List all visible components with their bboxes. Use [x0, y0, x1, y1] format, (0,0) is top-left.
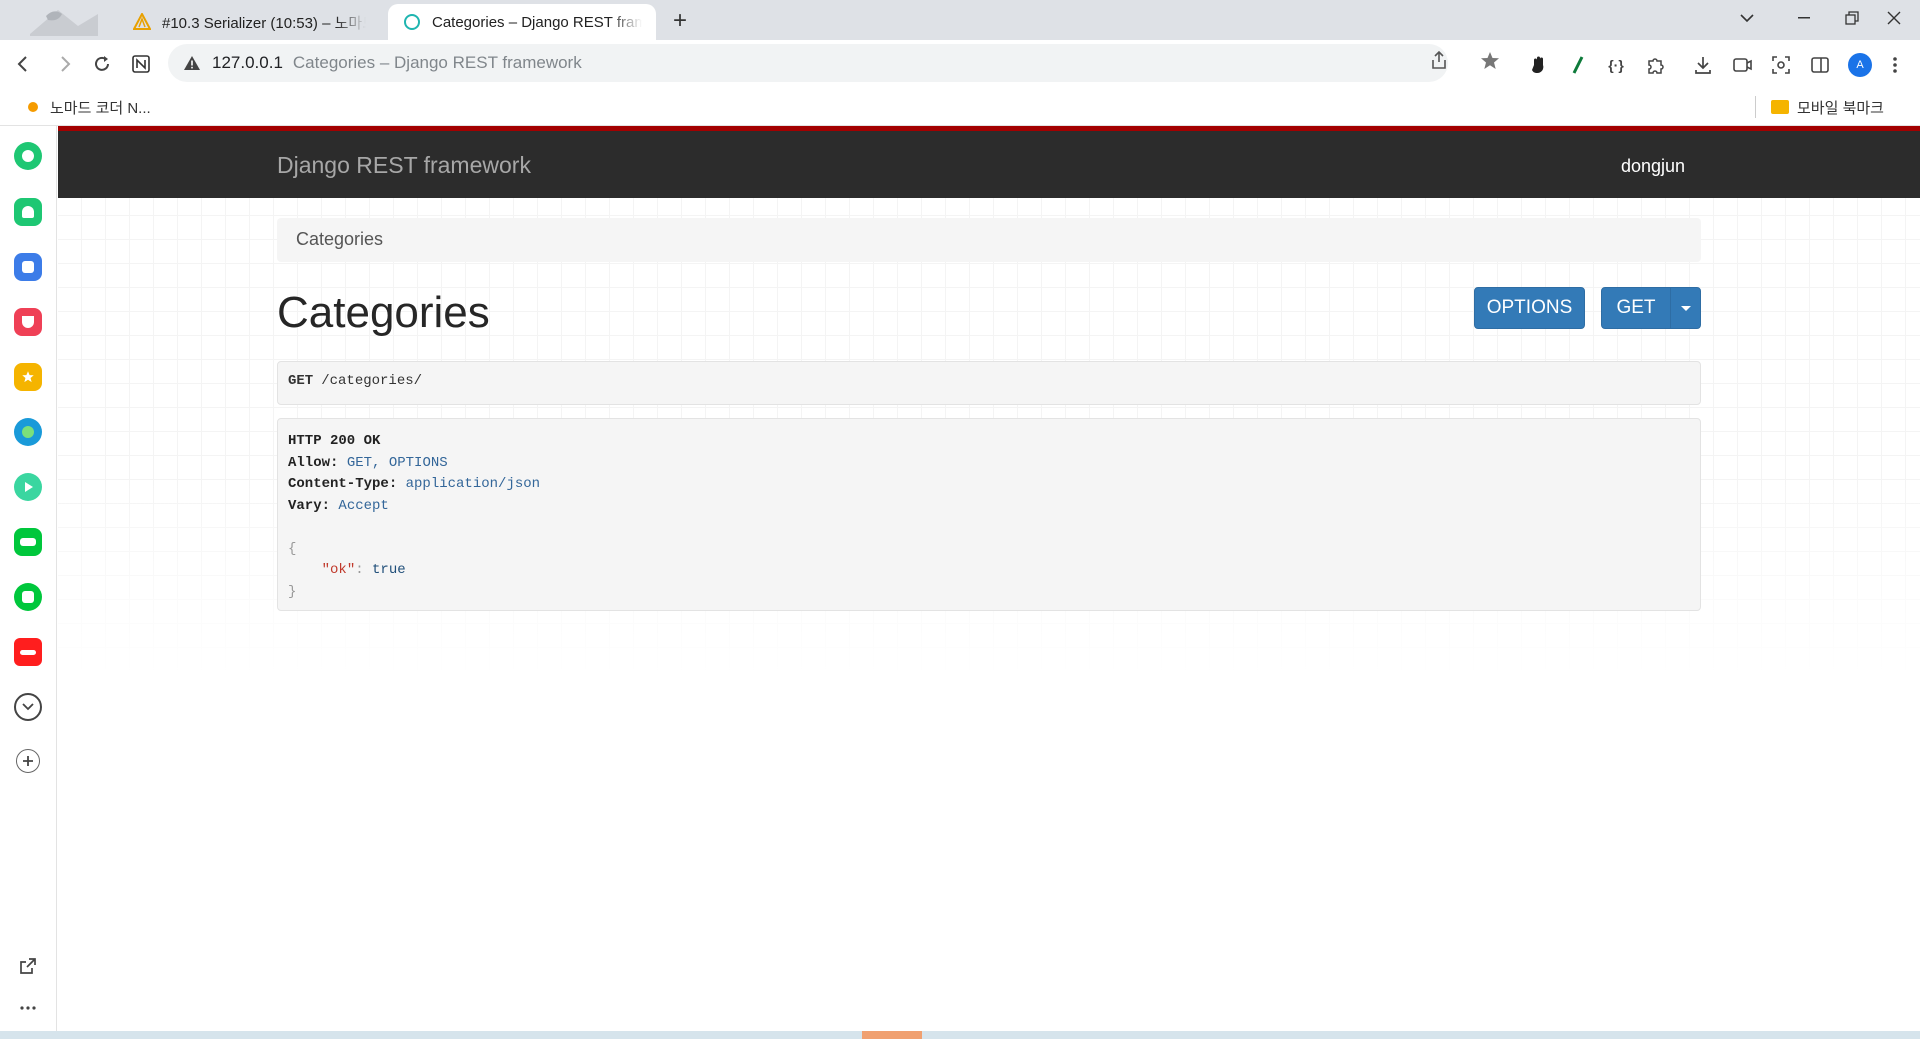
more-dots-icon[interactable]: [14, 994, 42, 1022]
caret-down-icon: [1680, 305, 1691, 311]
json-value: true: [372, 562, 406, 578]
now-icon[interactable]: [14, 638, 42, 666]
hand-extension-icon[interactable]: [1526, 52, 1552, 78]
tab-categories[interactable]: Categories – Django REST fram: [388, 4, 656, 40]
bookmark-label: 노마드 코더 N...: [50, 99, 151, 117]
tab-title: Categories – Django REST fram: [432, 13, 642, 31]
screenshot-icon[interactable]: [1768, 52, 1794, 78]
tab-serializer[interactable]: #10.3 Serializer (10:53) – 노마드: [118, 4, 380, 40]
warning-triangle-icon: [132, 12, 152, 32]
json-close-brace: }: [288, 583, 297, 600]
webtoon-icon[interactable]: [14, 528, 42, 556]
restore-icon[interactable]: [1830, 4, 1874, 32]
header-vary-value: Accept: [338, 497, 389, 514]
download-icon[interactable]: [1690, 52, 1716, 78]
tab-strip: #10.3 Serializer (10:53) – 노마드 Categorie…: [0, 0, 1920, 40]
bookmarks-bar: 노마드 코더 N... 모바일 북마크: [0, 88, 1920, 126]
url-host: 127.0.0.1: [212, 53, 283, 72]
play-icon[interactable]: [14, 473, 42, 501]
request-method: GET: [288, 373, 314, 389]
star-icon[interactable]: [14, 363, 42, 391]
forward-icon[interactable]: [48, 48, 80, 80]
json-open-brace: {: [288, 540, 297, 557]
json-key: "ok": [321, 562, 356, 578]
edge-icon[interactable]: [14, 418, 42, 446]
response-info: HTTP 200 OK Allow: GET, OPTIONS Content-…: [277, 418, 1701, 611]
open-external-icon[interactable]: [14, 952, 42, 980]
os-taskbar: [0, 1031, 1920, 1039]
bookmarks-divider: [1755, 96, 1756, 118]
tab-title: #10.3 Serializer (10:53) – 노마드: [162, 14, 366, 32]
request-path: /categories/: [321, 373, 423, 389]
header-allow-key: Allow:: [288, 454, 339, 471]
loading-circle-icon: [402, 12, 422, 32]
breadcrumb-item-categories[interactable]: Categories: [296, 229, 383, 249]
header-allow-value: GET, OPTIONS: [346, 454, 448, 471]
brand-link[interactable]: Django REST framework: [277, 152, 531, 179]
bookmark-nomad-coders[interactable]: 노마드 코더 N...: [28, 96, 151, 118]
square-icon[interactable]: [14, 583, 42, 611]
pen-extension-icon[interactable]: [1565, 52, 1591, 78]
options-button[interactable]: OPTIONS: [1474, 287, 1585, 329]
side-panel: [0, 126, 57, 1031]
cast-icon[interactable]: [1729, 52, 1755, 78]
request-info: GET/categories/: [277, 361, 1701, 405]
share-icon[interactable]: [1428, 49, 1450, 71]
drf-navbar: Django REST framework dongjun: [58, 126, 1920, 198]
get-button[interactable]: GET: [1601, 287, 1671, 329]
bookmark-mobile-folder[interactable]: 모바일 북마크: [1771, 96, 1884, 118]
back-icon[interactable]: [8, 48, 40, 80]
add-icon[interactable]: [16, 749, 40, 773]
profile-avatar[interactable]: A: [1848, 53, 1872, 77]
bell-icon[interactable]: [14, 198, 42, 226]
reload-icon[interactable]: [86, 48, 118, 80]
notion-icon[interactable]: [125, 48, 157, 80]
not-secure-warning-icon[interactable]: [182, 53, 202, 73]
pocket-icon[interactable]: [14, 308, 42, 336]
ring-icon[interactable]: [14, 142, 42, 170]
header-vary-key: Vary:: [288, 497, 331, 514]
bird-decoration-icon: [30, 10, 98, 36]
tab-search-chevron-icon[interactable]: [1725, 4, 1769, 32]
taskbar-app-highlight: [862, 1031, 922, 1039]
header-content-type-key: Content-Type:: [288, 476, 398, 492]
breadcrumb: Categories: [277, 218, 1701, 262]
minimize-icon[interactable]: [1782, 4, 1826, 32]
calendar-icon[interactable]: [14, 253, 42, 281]
browser-toolbar: 127.0.0.1 Categories – Django REST frame…: [0, 40, 1920, 88]
bookmark-star-icon[interactable]: [1481, 50, 1503, 72]
json-extension-icon[interactable]: {·}: [1603, 52, 1629, 78]
address-bar[interactable]: 127.0.0.1 Categories – Django REST frame…: [168, 44, 1448, 82]
url-page-title: Categories – Django REST framework: [292, 53, 582, 72]
header-content-type-value: application/json: [405, 476, 541, 492]
new-tab-button[interactable]: +: [666, 8, 694, 36]
puzzle-extensions-icon[interactable]: [1642, 52, 1668, 78]
side-panel-icon[interactable]: [1807, 52, 1833, 78]
page-viewport: Django REST framework dongjun Categories…: [58, 126, 1920, 1031]
get-format-dropdown-button[interactable]: [1670, 287, 1701, 329]
user-menu[interactable]: dongjun: [1621, 156, 1685, 177]
more-menu-icon[interactable]: [1882, 52, 1908, 78]
close-icon[interactable]: [1872, 4, 1916, 32]
bookmark-label: 모바일 북마크: [1797, 99, 1884, 117]
json-colon: :: [355, 562, 364, 578]
folder-icon: [1771, 100, 1789, 114]
shield-icon[interactable]: [14, 693, 42, 721]
response-status: HTTP 200 OK: [288, 433, 381, 449]
dot-favicon-icon: [28, 102, 38, 112]
page-title: Categories: [277, 288, 490, 337]
